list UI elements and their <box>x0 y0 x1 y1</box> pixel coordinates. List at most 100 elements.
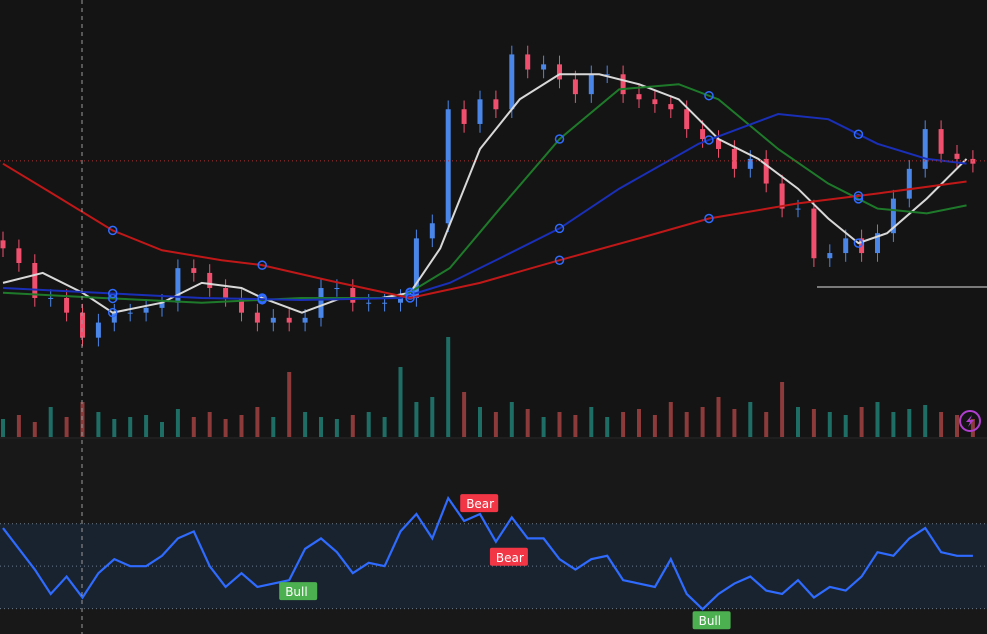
volume-bar <box>939 412 944 437</box>
volume-bar <box>637 409 641 437</box>
volume-bar <box>652 415 657 437</box>
candle-body <box>954 153 960 159</box>
candle-body <box>461 109 467 124</box>
volume-bar <box>398 367 403 437</box>
candle-body <box>32 262 38 298</box>
candle-body <box>843 238 849 254</box>
volume-bar <box>796 407 800 437</box>
volume-bar <box>1 419 5 437</box>
volume-bar <box>350 415 355 437</box>
candle-body <box>127 312 133 314</box>
candle-body <box>382 302 388 304</box>
candle-body <box>493 99 499 110</box>
volume-bar <box>175 409 180 437</box>
volume-bar <box>144 415 149 437</box>
candle-body <box>938 129 944 154</box>
candle-body <box>254 312 260 323</box>
candle-body <box>684 109 690 130</box>
volume-bar <box>160 422 164 437</box>
bear-signal-label: Bear <box>460 494 499 513</box>
bull-signal-label: Bull <box>279 582 318 601</box>
volume-bar <box>573 415 578 437</box>
volume-bar <box>875 402 880 437</box>
candle-body <box>191 268 197 273</box>
candle-body <box>541 64 547 70</box>
volume-bar <box>271 417 276 437</box>
candle-body <box>80 312 85 338</box>
price-pane[interactable] <box>0 0 987 437</box>
volume-bar <box>64 417 69 437</box>
signal-text: Bull <box>699 614 722 628</box>
candle-body <box>922 129 928 169</box>
candle-body <box>557 64 562 80</box>
volume-bar <box>96 412 101 437</box>
bull-signal-label: Bull <box>692 611 731 630</box>
volume-bar <box>16 415 21 437</box>
candle-body <box>668 104 674 110</box>
candle-body <box>350 288 356 303</box>
candle-body <box>525 54 531 70</box>
volume-bar <box>589 407 594 437</box>
volume-bar <box>382 417 387 437</box>
candle-body <box>429 223 435 239</box>
volume-bar <box>128 417 133 437</box>
volume-bar <box>478 407 482 437</box>
bear-signal-label: Bear <box>489 547 528 566</box>
signal-text: Bear <box>496 551 524 565</box>
volume-bar <box>525 409 530 437</box>
volume-bar <box>732 409 737 437</box>
candle-body <box>811 208 817 259</box>
candle-body <box>588 74 594 95</box>
candle-body <box>334 288 340 290</box>
candle-body <box>477 99 483 124</box>
volume-bar <box>780 382 785 437</box>
candle-body <box>302 317 308 323</box>
candle-body <box>366 302 372 304</box>
volume-bar <box>207 412 212 437</box>
candle-body <box>572 79 578 95</box>
candle-body <box>207 272 213 289</box>
candle-body <box>906 168 912 199</box>
volume-bar <box>891 412 896 437</box>
volume-bar <box>319 417 323 437</box>
volume-bar <box>859 407 864 437</box>
volume-bar <box>700 407 705 437</box>
signal-text: Bull <box>285 585 308 599</box>
candle-body <box>620 74 626 95</box>
volume-bar <box>621 412 626 437</box>
volume-bar <box>907 409 912 437</box>
volume-bar <box>223 419 228 437</box>
signal-text: Bear <box>466 497 494 511</box>
candle-body <box>270 317 276 323</box>
volume-bar <box>287 372 292 437</box>
candle-body <box>636 94 642 100</box>
candle-body <box>731 148 737 169</box>
volume-bar <box>112 419 117 437</box>
candle-body <box>827 253 833 259</box>
candle-body <box>48 297 54 299</box>
candle-body <box>95 322 101 338</box>
volume-bar <box>827 412 832 437</box>
volume-bar <box>605 417 610 437</box>
volume-bar <box>748 402 753 437</box>
volume-bar <box>493 412 498 437</box>
candle-body <box>223 288 229 298</box>
volume-bar <box>716 397 721 437</box>
volume-bar <box>255 407 260 437</box>
volume-bar <box>764 412 769 437</box>
candle-body <box>652 99 658 105</box>
candle-body <box>509 54 515 110</box>
candle-body <box>795 208 801 210</box>
volume-bar <box>414 402 419 437</box>
volume-bar <box>955 415 959 437</box>
volume-bar <box>430 397 435 437</box>
volume-bar <box>366 412 371 437</box>
volume-bar <box>462 392 467 437</box>
volume-bar <box>191 417 196 437</box>
volume-bar <box>684 412 689 437</box>
volume-bar <box>303 412 308 437</box>
candle-body <box>445 109 451 224</box>
volume-bar <box>557 412 562 437</box>
trading-chart[interactable]: Bear Bear Bull Bull <box>0 0 987 634</box>
candle-body <box>700 129 706 140</box>
